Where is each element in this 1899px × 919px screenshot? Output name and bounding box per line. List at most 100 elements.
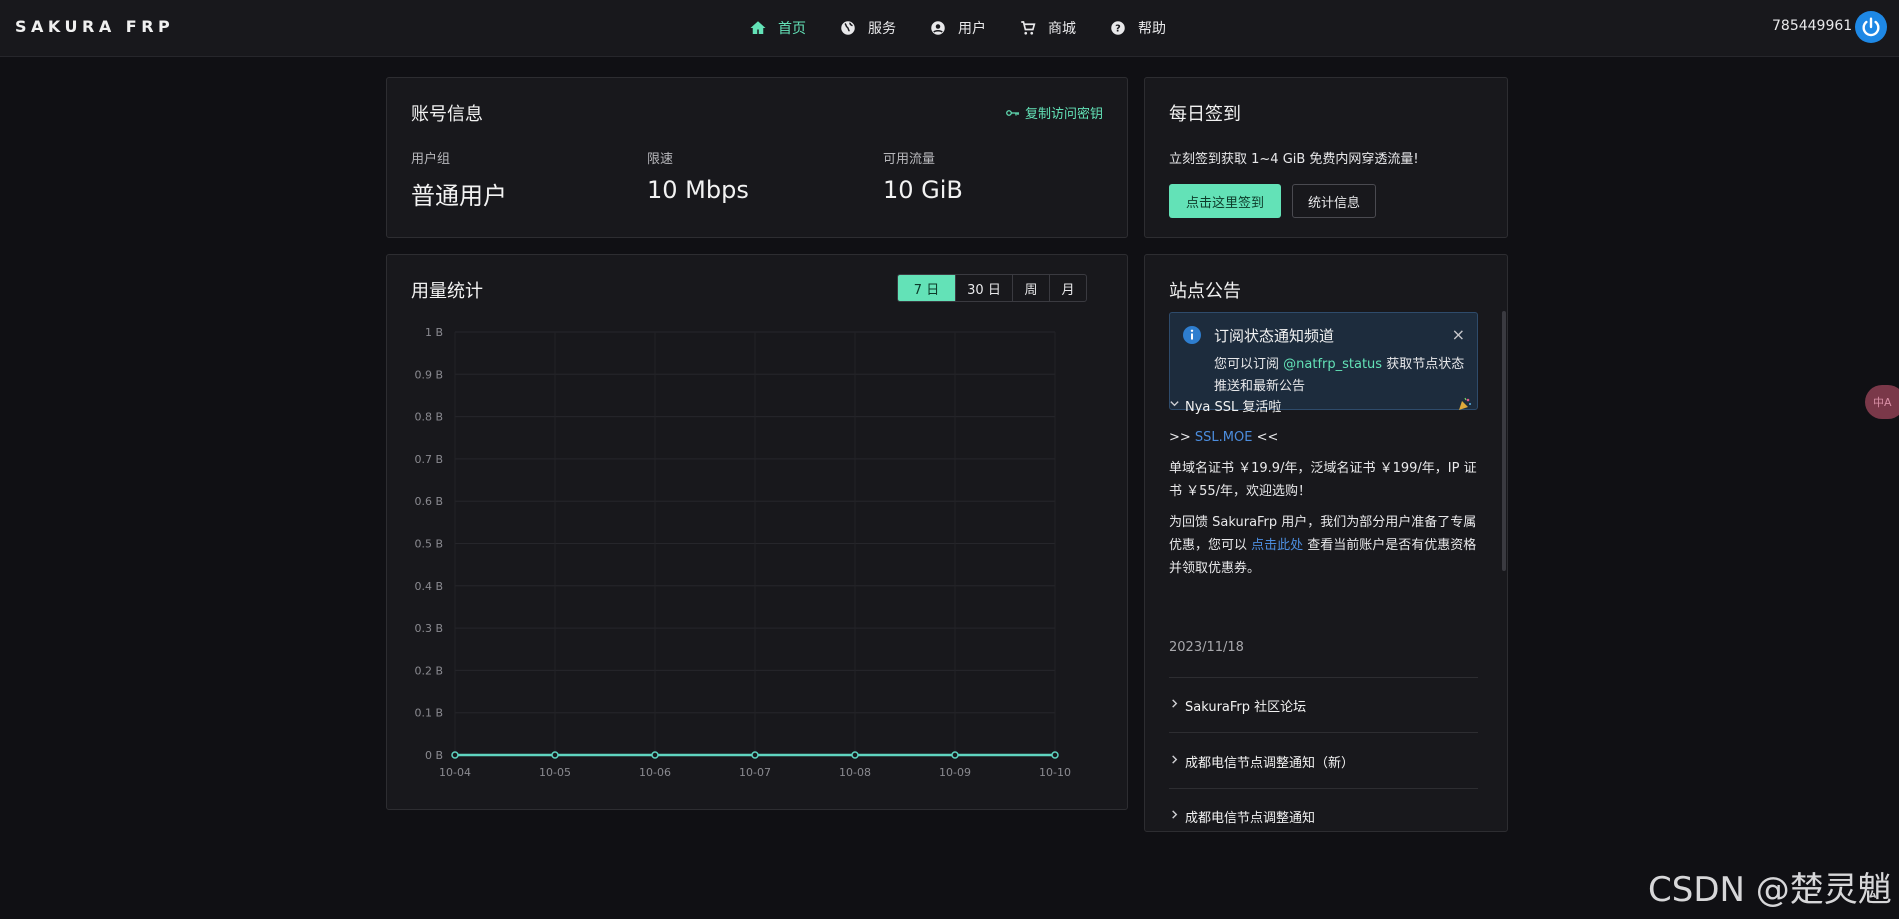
- cart-icon: [1018, 18, 1038, 38]
- account-card: 账号信息 复制访问密钥 用户组 普通用户 限速 10 Mbps 可用流量 10 …: [386, 77, 1128, 238]
- notice-item-nya-ssl[interactable]: Nya SSL 复活啦: [1169, 396, 1478, 415]
- notice-item-chengdu[interactable]: 成都电信节点调整通知: [1169, 807, 1478, 826]
- announcements-card: 站点公告 订阅状态通知频道 × 您可以订阅 @natfrp_status 获取节…: [1144, 254, 1508, 832]
- range-month[interactable]: 月: [1049, 275, 1086, 301]
- notice-item-forum[interactable]: SakuraFrp 社区论坛: [1169, 696, 1478, 715]
- chart-x-tick-label: 10-06: [639, 766, 671, 779]
- notice-item-chengdu-new[interactable]: 成都电信节点调整通知（新）: [1169, 752, 1478, 771]
- chart-y-tick-label: 0.7 B: [414, 453, 443, 466]
- stat-traffic: 可用流量 10 GiB: [883, 148, 963, 204]
- user-id[interactable]: 785449961: [1772, 18, 1852, 34]
- discount-paragraph: 为回馈 SakuraFrp 用户，我们为部分用户准备了专属优惠，您可以 点击此处…: [1169, 511, 1478, 580]
- nav-service[interactable]: 服务: [838, 14, 896, 42]
- key-icon: [1006, 109, 1019, 116]
- chart-y-tick-label: 0.2 B: [414, 664, 443, 677]
- chart-y-tick-label: 1 B: [425, 326, 443, 339]
- chevron-down-icon: [1169, 398, 1185, 413]
- notice-date: 2023/11/18: [1169, 640, 1244, 655]
- chart-y-tick-label: 0.3 B: [414, 622, 443, 635]
- chart-data-point: [851, 751, 859, 759]
- stat-traffic-value: 10 GiB: [883, 176, 963, 204]
- stat-speed-limit-value: 10 Mbps: [647, 176, 749, 204]
- chart-x-tick-label: 10-05: [539, 766, 571, 779]
- nav-help-label: 帮助: [1138, 21, 1166, 37]
- chart-y-tick-label: 0.9 B: [414, 368, 443, 381]
- notice-title-forum: SakuraFrp 社区论坛: [1185, 700, 1307, 715]
- chart-x-tick-label: 10-04: [439, 766, 471, 779]
- usage-chart: 0 B 0.1 B 0.2 B 0.3 B 0.4 B 0.5 B 0.6 B 0.7 B 0.…: [414, 326, 1071, 779]
- globe-icon: [838, 18, 858, 38]
- chart-y-tick-label: 0 B: [425, 749, 443, 762]
- chevron-right-icon: [1169, 809, 1185, 824]
- home-icon: [748, 18, 768, 38]
- chart-data-point: [1051, 751, 1059, 759]
- chart-y-tick-label: 0.8 B: [414, 411, 443, 424]
- divider: [1169, 788, 1478, 789]
- stat-user-group-label: 用户组: [411, 152, 451, 167]
- user-icon: [928, 18, 948, 38]
- chart-y-tick-label: 0.1 B: [414, 707, 443, 720]
- stat-user-group-value: 普通用户: [411, 182, 507, 210]
- checkin-description: 立刻签到获取 1~4 GiB 免费内网穿透流量!: [1169, 152, 1419, 167]
- click-here-link[interactable]: 点击此处: [1251, 538, 1303, 553]
- close-icon[interactable]: ×: [1452, 325, 1465, 344]
- ssl-line-suffix: <<: [1252, 430, 1279, 445]
- account-title: 账号信息: [411, 104, 483, 125]
- checkin-card: 每日签到 立刻签到获取 1~4 GiB 免费内网穿透流量! 点击这里签到 统计信…: [1144, 77, 1508, 238]
- notice-title-nya-ssl: Nya SSL 复活啦: [1185, 400, 1282, 415]
- ssl-line-prefix: >>: [1169, 430, 1195, 445]
- stat-traffic-label: 可用流量: [883, 152, 936, 167]
- divider: [1169, 732, 1478, 733]
- chart-x-tick-label: 10-10: [1039, 766, 1071, 779]
- nav-user[interactable]: 用户: [928, 14, 986, 42]
- chart-x-tick-label: 10-09: [939, 766, 971, 779]
- copy-access-key-label: 复制访问密钥: [1024, 107, 1103, 122]
- ssl-moe-link[interactable]: SSL.MOE: [1195, 430, 1253, 445]
- chevron-right-icon: [1169, 698, 1185, 713]
- nav-help[interactable]: ? 帮助: [1108, 14, 1166, 42]
- main-nav: 首页 服务 用户 商城 ? 帮助: [748, 14, 1166, 42]
- natfrp-status-link[interactable]: @natfrp_status: [1283, 357, 1382, 372]
- nav-shop[interactable]: 商城: [1018, 14, 1076, 42]
- power-icon[interactable]: [1855, 11, 1887, 43]
- chart-data-point: [751, 751, 759, 759]
- ssl-price-paragraph: 单域名证书 ￥19.9/年，泛域名证书 ￥199/年，IP 证书 ￥55/年，欢…: [1169, 461, 1477, 499]
- chart-x-tick-label: 10-07: [739, 766, 771, 779]
- copy-access-key-link[interactable]: 复制访问密钥: [1006, 103, 1103, 122]
- nav-home[interactable]: 首页: [748, 14, 806, 42]
- chart-y-tick-label: 0.6 B: [414, 495, 443, 508]
- notice-title-chengdu-new: 成都电信节点调整通知（新）: [1185, 756, 1355, 771]
- stat-speed-limit-label: 限速: [647, 152, 674, 167]
- top-navbar: SAKURA FRP 首页 服务 用户 商城 ? 帮助 785449961: [0, 0, 1899, 57]
- chart-data-point: [651, 751, 659, 759]
- announcements-scrollbar[interactable]: [1502, 311, 1506, 571]
- translate-badge[interactable]: 中A: [1865, 385, 1899, 419]
- range-30-days[interactable]: 30 日: [955, 275, 1012, 301]
- chart-y-tick-label: 0.5 B: [414, 538, 443, 551]
- stat-user-group: 用户组 普通用户: [411, 148, 507, 211]
- party-popper-icon: [1458, 397, 1472, 415]
- checkin-button[interactable]: 点击这里签到: [1169, 184, 1281, 218]
- alert-body-prefix: 您可以订阅: [1214, 357, 1284, 372]
- notice-title-chengdu: 成都电信节点调整通知: [1185, 811, 1316, 826]
- nav-user-label: 用户: [958, 21, 986, 37]
- brand-logo[interactable]: SAKURA FRP: [15, 17, 174, 36]
- usage-title: 用量统计: [411, 281, 483, 302]
- range-7-days[interactable]: 7 日: [898, 275, 955, 301]
- alert-title: 订阅状态通知频道: [1214, 327, 1335, 345]
- range-selector: 7 日 30 日 周 月: [897, 274, 1087, 302]
- help-icon: ?: [1108, 18, 1128, 38]
- checkin-title: 每日签到: [1169, 104, 1241, 125]
- stats-info-button[interactable]: 统计信息: [1292, 184, 1376, 218]
- range-week[interactable]: 周: [1012, 275, 1049, 301]
- chart-data-point: [951, 751, 959, 759]
- nav-service-label: 服务: [868, 21, 896, 37]
- divider: [1169, 677, 1478, 678]
- alert-body: 您可以订阅 @natfrp_status 获取节点状态推送和最新公告: [1214, 354, 1470, 398]
- ssl-moe-line: >> SSL.MOE <<: [1169, 426, 1478, 449]
- announcements-title: 站点公告: [1169, 281, 1241, 302]
- chart-data-point: [451, 751, 459, 759]
- info-icon: [1182, 325, 1202, 349]
- stat-speed-limit: 限速 10 Mbps: [647, 148, 749, 204]
- usage-card: 0 B 0.1 B 0.2 B 0.3 B 0.4 B 0.5 B 0.6 B 0.7 B 0.…: [386, 254, 1128, 810]
